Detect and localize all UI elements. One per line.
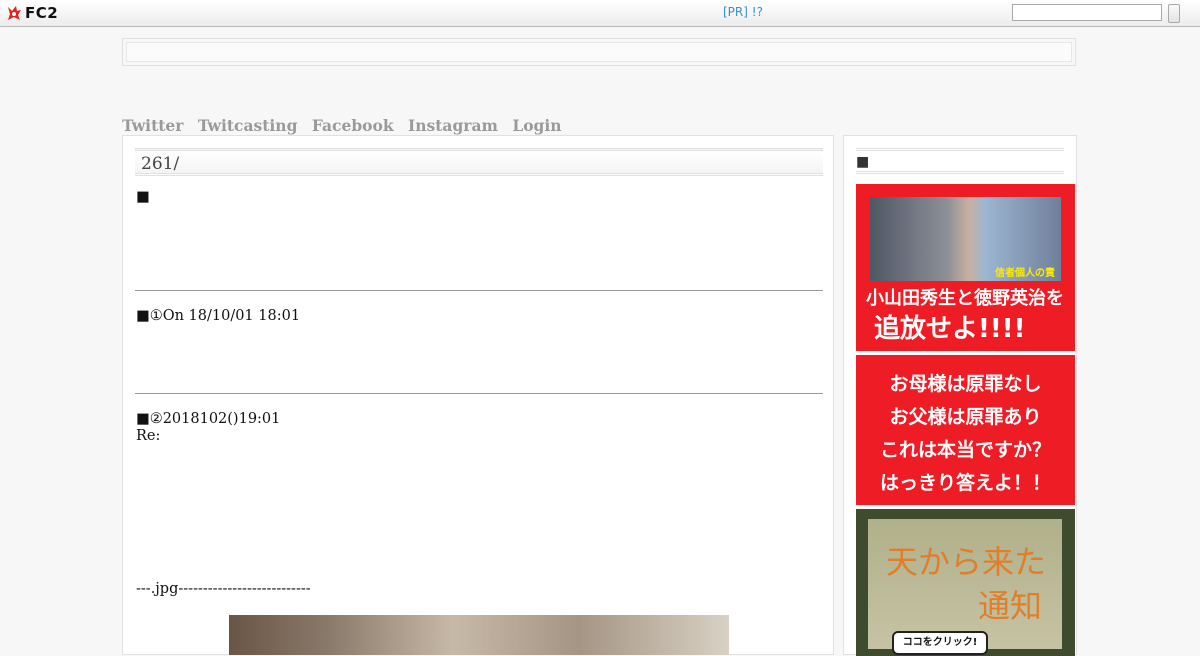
fc2-logo-text: FC2: [25, 4, 59, 22]
search-input[interactable]: [1012, 4, 1162, 21]
nav-link-twitter[interactable]: Twitter: [122, 116, 183, 135]
pr-link[interactable]: [PR] !?: [723, 5, 763, 19]
fc2-logo[interactable]: FC2: [6, 4, 58, 22]
banner-title: 通知: [978, 587, 1043, 625]
banner-click-button[interactable]: ココをクリック!: [892, 631, 988, 655]
nav-links: Twitter Twitcasting Facebook Instagram L…: [122, 116, 571, 135]
nav-link-twitcasting[interactable]: Twitcasting: [198, 116, 298, 135]
reply-text: Re:: [136, 428, 161, 444]
nav-link-login[interactable]: Login: [512, 116, 561, 135]
main-content: 261/ ■ ■①On 18/10/01 18:01 ■②2018102()19…: [122, 135, 834, 655]
fc2-fox-icon: [8, 6, 21, 20]
header-box: [122, 38, 1076, 66]
sidebar-heading: ■: [856, 154, 870, 170]
nav-link-facebook[interactable]: Facebook: [312, 116, 394, 135]
banner-line: はっきり答えよ！！: [879, 472, 1051, 494]
banner-notice[interactable]: 天から来た 通知 ココをクリック!: [856, 509, 1075, 656]
banner-photo: 信者個人の責: [870, 197, 1061, 281]
section-heading: ■②2018102()19:01: [136, 411, 281, 427]
banner-title: 天から来た: [886, 543, 1047, 581]
banner-line: 小山田秀生と徳野英治を: [866, 288, 1064, 309]
banner-question[interactable]: お母様は原罪なし お父様は原罪あり これは本当ですか？ はっきり答えよ！！: [856, 355, 1075, 505]
banner-line: お父様は原罪あり: [889, 406, 1042, 428]
banner-expel[interactable]: 信者個人の責 小山田秀生と徳野英治を 追放せよ!!!!: [856, 184, 1075, 351]
entry-title-box: 261/: [135, 148, 823, 176]
banner-line: これは本当ですか？: [879, 439, 1051, 461]
divider: [135, 393, 823, 394]
fc2-header-bar: FC2 [PR] !?: [0, 0, 1200, 27]
banner-line: お母様は原罪なし: [889, 373, 1042, 395]
nav-link-instagram[interactable]: Instagram: [408, 116, 498, 135]
entry-photo: [229, 615, 729, 655]
divider: [135, 290, 823, 291]
banner-line: 追放せよ!!!!: [874, 314, 1026, 344]
search-button[interactable]: [1168, 4, 1180, 23]
attachment-line: ---.jpg---------------------------: [136, 581, 311, 597]
section-heading: ■①On 18/10/01 18:01: [136, 308, 301, 324]
section-heading: ■: [136, 189, 150, 205]
entry-title[interactable]: 261/: [141, 154, 179, 174]
banner-photo-tag: 信者個人の責: [995, 268, 1055, 279]
sidebar-heading-box: ■: [856, 148, 1064, 174]
sidebar: ■ 信者個人の責 小山田秀生と徳野英治を 追放せよ!!!! お母様は原罪なし お…: [843, 135, 1077, 656]
